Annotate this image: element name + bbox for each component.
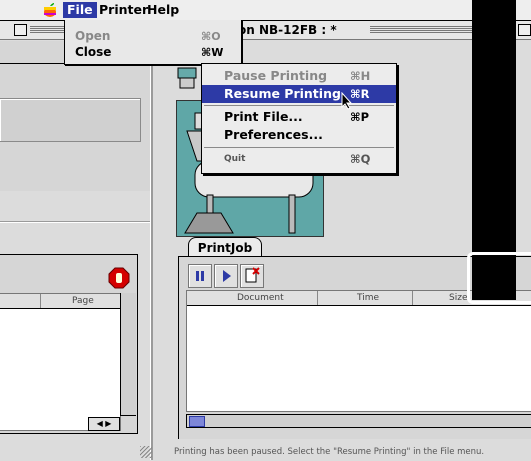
scroll-thumb[interactable] <box>189 416 205 427</box>
left-job-table[interactable]: Page <box>0 293 121 431</box>
tab-printjob-label: PrintJob <box>197 241 253 255</box>
close-box-icon[interactable] <box>14 24 27 36</box>
stop-hand-icon <box>108 267 130 289</box>
menu-item-open[interactable]: Open <box>75 29 110 43</box>
left-col-page[interactable]: Page <box>72 296 94 306</box>
file-menu-dropdown: Open ⌘O Close ⌘W <box>64 20 242 65</box>
left-info-box <box>0 98 141 142</box>
col-sep <box>317 291 318 305</box>
menu-file[interactable]: File <box>63 2 97 18</box>
delete-document-icon <box>245 267 260 283</box>
shortcut-open: ⌘O <box>201 30 221 43</box>
printer-small-icon <box>176 64 198 90</box>
print-job-table[interactable]: Document Time Size <box>186 290 531 412</box>
status-message: Printing has been paused. Select the "Re… <box>174 447 485 457</box>
left-table-header: Page <box>0 294 120 309</box>
col-time[interactable]: Time <box>357 293 379 303</box>
pause-button[interactable] <box>188 264 212 288</box>
pane-divider[interactable] <box>150 40 153 460</box>
stop-button[interactable] <box>108 267 130 289</box>
apple-menu-icon[interactable] <box>43 2 57 18</box>
menu-bar: File Printer Help <box>0 0 531 21</box>
play-icon <box>223 270 231 282</box>
menu-separator <box>204 105 394 106</box>
left-hscroll-arrows[interactable]: ◀ ▶ <box>88 417 120 431</box>
col-document[interactable]: Document <box>237 293 284 303</box>
resume-button[interactable] <box>214 264 238 288</box>
left-vscroll[interactable] <box>120 293 136 416</box>
printer-menu-dropdown: Pause Printing ⌘H Resume Printing ⌘R Print… <box>201 63 397 174</box>
pause-icon <box>196 271 204 281</box>
col-sep <box>412 291 413 305</box>
menu-item-quit[interactable]: Quit ⌘Q <box>202 150 396 168</box>
menu-item-preferences[interactable]: Preferences... <box>202 126 396 144</box>
resize-grip-icon[interactable] <box>140 446 152 458</box>
mouse-cursor-icon <box>341 91 353 110</box>
col-sep <box>40 294 41 308</box>
menu-help[interactable]: Help <box>143 2 183 18</box>
redaction-bracket <box>467 252 531 304</box>
shortcut-close: ⌘W <box>201 46 224 59</box>
menu-item-close[interactable]: Close <box>75 45 111 59</box>
menu-item-print-file[interactable]: Print File... ⌘P <box>202 108 396 126</box>
menu-item-resume-printing[interactable]: Resume Printing ⌘R <box>202 85 396 103</box>
menu-separator <box>204 147 394 148</box>
window-title: on NB-12FB : * <box>234 22 341 38</box>
horizontal-divider <box>0 221 150 223</box>
tab-printjob[interactable]: PrintJob <box>188 237 262 258</box>
job-hscroll[interactable] <box>186 414 531 428</box>
delete-job-button[interactable] <box>240 264 264 288</box>
menu-item-pause-printing[interactable]: Pause Printing ⌘H <box>202 67 396 85</box>
col-size[interactable]: Size <box>449 293 467 303</box>
zoom-box-icon[interactable] <box>518 24 531 36</box>
